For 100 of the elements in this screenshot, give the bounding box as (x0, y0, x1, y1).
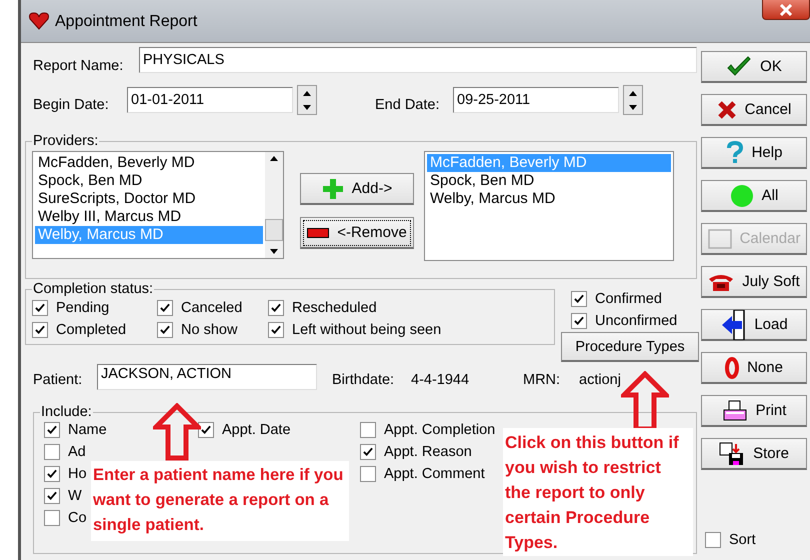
add-button[interactable]: Add-> (300, 173, 414, 205)
checkbox[interactable] (44, 444, 60, 460)
none-button[interactable]: None (701, 352, 807, 384)
checkbox-label: Unconfirmed (595, 313, 678, 329)
close-icon (779, 4, 793, 16)
list-item[interactable]: Welby, Marcus MD (427, 190, 671, 208)
check-icon (47, 469, 57, 478)
provider-list[interactable]: McFadden, Beverly MD Spock, Ben MD SureScripts, Doctor MD Welby III, Marcus MD Welby, Marcus MD (32, 151, 284, 259)
checkbox[interactable] (571, 291, 587, 307)
checkbox[interactable] (32, 300, 48, 316)
check-icon (271, 325, 281, 334)
printer-icon (722, 400, 748, 422)
heart-icon (29, 12, 49, 30)
checkbox[interactable] (157, 322, 173, 338)
procedure-types-button[interactable]: Procedure Types (561, 332, 699, 362)
checkbox[interactable] (44, 488, 60, 504)
annotation-note: Click on this button if you wish to restrict the report to only certain Procedure Types. (503, 428, 693, 556)
list-item[interactable]: SureScripts, Doctor MD (35, 190, 263, 208)
zero-icon (725, 356, 740, 378)
load-button[interactable]: Load (701, 309, 807, 341)
group-label: Providers: (32, 133, 100, 149)
checkbox-label: Appt. Completion (384, 422, 496, 438)
field-label: Patient: (32, 372, 84, 388)
ok-button[interactable]: OK (701, 51, 807, 83)
group-label: Completion status: (32, 281, 154, 297)
checkbox[interactable] (32, 322, 48, 338)
checkbox-label: No show (181, 322, 238, 338)
close-button[interactable] (762, 0, 810, 20)
square-icon (708, 228, 732, 248)
list-item[interactable]: Spock, Ben MD (35, 172, 263, 190)
all-button[interactable]: All (701, 180, 807, 212)
window-title: Appointment Report (55, 13, 198, 31)
selected-provider-list[interactable]: McFadden, Beverly MD Spock, Ben MD Welby, Marcus MD (424, 151, 674, 261)
checkbox-label: Name (68, 422, 107, 438)
checkbox-label: Appt. Comment (384, 466, 485, 482)
down-arrow-icon (270, 249, 278, 254)
field-label: Report Name: (32, 58, 124, 74)
phone-button[interactable]: July Soft (701, 266, 807, 298)
checkbox-label: Pending (56, 300, 110, 316)
checkbox[interactable] (198, 422, 214, 438)
checkbox-label: Ho (68, 466, 87, 482)
checkbox[interactable] (44, 510, 60, 526)
x-icon (716, 100, 737, 120)
mrn-value: actionj (579, 372, 621, 388)
store-button[interactable]: Store (701, 438, 807, 470)
checkbox-label: W (68, 488, 82, 504)
up-arrow-icon (303, 90, 311, 96)
list-item[interactable]: Welby III, Marcus MD (35, 208, 263, 226)
checkbox[interactable] (705, 532, 721, 548)
checkbox[interactable] (44, 422, 60, 438)
spinner[interactable] (623, 85, 643, 115)
check-icon (574, 294, 584, 303)
check-icon (160, 325, 170, 334)
field-label: End Date: (375, 97, 440, 113)
patient-field[interactable]: JACKSON, ACTION (97, 364, 317, 390)
checkbox[interactable] (360, 444, 376, 460)
list-item[interactable]: McFadden, Beverly MD (35, 154, 263, 172)
spinner[interactable] (297, 85, 317, 115)
birthdate-value: 4-4-1944 (411, 372, 470, 388)
checkbox[interactable] (268, 300, 284, 316)
check-icon (35, 325, 45, 334)
remove-button[interactable]: <-Remove (300, 217, 414, 249)
checkbox-label: Left without being seen (292, 322, 442, 338)
checkbox[interactable] (360, 466, 376, 482)
check-icon (363, 447, 373, 456)
group-label: Include: (40, 404, 93, 420)
checkbox-label: Sort (729, 532, 756, 548)
scroll-thumb[interactable] (265, 219, 283, 241)
date-field[interactable]: 09-25-2011 (453, 87, 619, 113)
list-item[interactable]: Spock, Ben MD (427, 172, 671, 190)
print-button[interactable]: Print (701, 395, 807, 427)
arrow-icon (720, 310, 746, 340)
checkbox[interactable] (268, 322, 284, 338)
checkbox-label: Ad (68, 444, 86, 460)
checkbox[interactable] (157, 300, 173, 316)
date-field[interactable]: 01-01-2011 (127, 87, 293, 113)
cancel-button[interactable]: Cancel (701, 94, 807, 126)
field-label: Birthdate: (332, 372, 396, 388)
checkbox[interactable] (44, 466, 60, 482)
annotation-arrow (621, 371, 669, 429)
checkmark-icon (726, 56, 752, 78)
down-arrow-icon (629, 104, 637, 110)
report-name-field[interactable]: PHYSICALS (139, 47, 697, 73)
checkbox[interactable] (571, 313, 587, 329)
checkbox-label: Completed (56, 322, 126, 338)
help-button[interactable]: Help (701, 137, 807, 169)
up-arrow-icon (629, 90, 637, 96)
up-arrow-icon (270, 156, 278, 161)
check-icon (160, 303, 170, 312)
checkbox-label: Canceled (181, 300, 242, 316)
field-label: Begin Date: (32, 97, 110, 113)
disk-icon (719, 442, 746, 466)
scrollbar[interactable] (265, 152, 283, 258)
check-icon (47, 425, 57, 434)
checkbox-label: Co (68, 510, 87, 526)
check-icon (47, 491, 57, 500)
checkbox-label: Confirmed (595, 291, 662, 307)
checkbox[interactable] (360, 422, 376, 438)
minus-icon (307, 228, 330, 238)
plus-icon (322, 178, 344, 200)
